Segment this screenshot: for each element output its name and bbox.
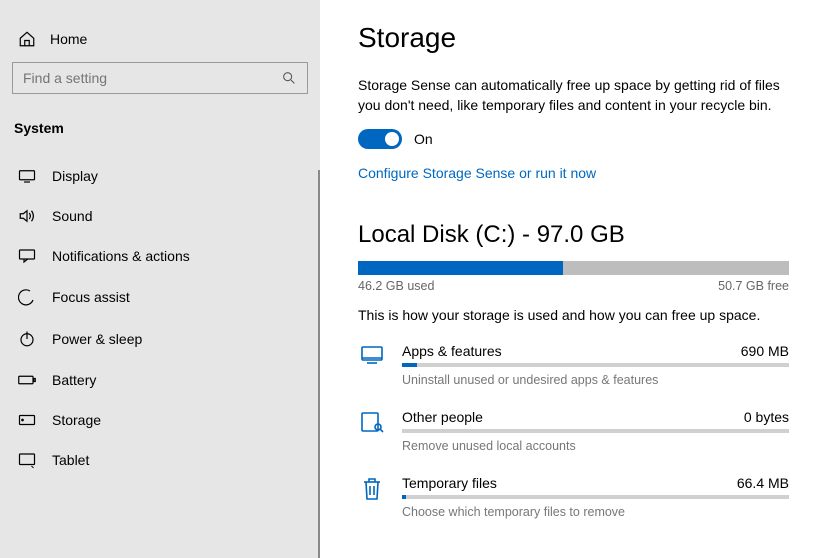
category-bar	[402, 363, 789, 367]
sidebar-item-label: Storage	[52, 412, 101, 428]
section-header: System	[0, 112, 320, 156]
sidebar-item-label: Sound	[52, 208, 92, 224]
storage-sense-description: Storage Sense can automatically free up …	[358, 76, 789, 115]
page-title: Storage	[358, 22, 789, 54]
sidebar-item-label: Power & sleep	[52, 331, 142, 347]
category-sub: Uninstall unused or undesired apps & fea…	[402, 373, 789, 387]
trash-icon	[358, 475, 386, 519]
home-button[interactable]: Home	[0, 20, 320, 62]
apps-icon	[358, 343, 386, 387]
sidebar-scrollbar[interactable]	[318, 170, 320, 558]
sidebar-item-label: Display	[52, 168, 98, 184]
category-bar-fill	[402, 363, 417, 367]
tablet-icon	[18, 452, 36, 468]
category-bar-fill	[402, 495, 406, 499]
category-other-people[interactable]: Other people 0 bytes Remove unused local…	[358, 409, 789, 453]
toggle-label: On	[414, 131, 433, 147]
storage-icon	[18, 413, 36, 427]
toggle-knob	[385, 132, 399, 146]
sidebar-item-label: Battery	[52, 372, 96, 388]
category-sub: Remove unused local accounts	[402, 439, 789, 453]
category-value: 0 bytes	[744, 409, 789, 425]
nav-list: Display Sound Notifications & actions Fo…	[0, 156, 320, 480]
category-sub: Choose which temporary files to remove	[402, 505, 789, 519]
category-value: 690 MB	[741, 343, 789, 359]
sidebar-item-display[interactable]: Display	[0, 156, 320, 196]
main-content: Storage Storage Sense can automatically …	[320, 0, 827, 558]
sidebar-item-sound[interactable]: Sound	[0, 196, 320, 236]
sidebar-item-label: Notifications & actions	[52, 248, 190, 264]
category-bar	[402, 495, 789, 499]
sidebar-item-focus-assist[interactable]: Focus assist	[0, 276, 320, 318]
search-icon	[281, 70, 297, 86]
configure-storage-sense-link[interactable]: Configure Storage Sense or run it now	[358, 165, 596, 181]
people-icon	[358, 409, 386, 453]
search-wrap	[12, 62, 308, 94]
sidebar-item-tablet[interactable]: Tablet	[0, 440, 320, 480]
notifications-icon	[18, 248, 36, 264]
sidebar-item-power-sleep[interactable]: Power & sleep	[0, 318, 320, 360]
category-name: Other people	[402, 409, 483, 425]
disk-usage-bar-fill	[358, 261, 563, 275]
storage-sense-toggle[interactable]	[358, 129, 402, 149]
focus-assist-icon	[18, 288, 36, 306]
category-name: Temporary files	[402, 475, 497, 491]
battery-icon	[18, 374, 36, 386]
category-name: Apps & features	[402, 343, 502, 359]
power-icon	[18, 330, 36, 348]
sidebar-item-notifications[interactable]: Notifications & actions	[0, 236, 320, 276]
storage-sense-toggle-row: On	[358, 129, 789, 149]
sidebar-item-label: Focus assist	[52, 289, 130, 305]
sidebar-item-label: Tablet	[52, 452, 89, 468]
home-label: Home	[50, 31, 87, 47]
search-input[interactable]	[23, 70, 281, 86]
category-bar	[402, 429, 789, 433]
category-value: 66.4 MB	[737, 475, 789, 491]
sound-icon	[18, 208, 36, 224]
usage-description: This is how your storage is used and how…	[358, 307, 789, 323]
sidebar-item-storage[interactable]: Storage	[0, 400, 320, 440]
sidebar-item-battery[interactable]: Battery	[0, 360, 320, 400]
home-icon	[18, 30, 36, 48]
search-box[interactable]	[12, 62, 308, 94]
disk-usage-labels: 46.2 GB used 50.7 GB free	[358, 279, 789, 293]
category-apps-features[interactable]: Apps & features 690 MB Uninstall unused …	[358, 343, 789, 387]
disk-free-label: 50.7 GB free	[718, 279, 789, 293]
disk-usage-bar	[358, 261, 789, 275]
disk-title: Local Disk (C:) - 97.0 GB	[358, 221, 789, 249]
sidebar: Home System Display Sound No	[0, 0, 320, 558]
category-temporary-files[interactable]: Temporary files 66.4 MB Choose which tem…	[358, 475, 789, 519]
disk-used-label: 46.2 GB used	[358, 279, 434, 293]
display-icon	[18, 169, 36, 183]
